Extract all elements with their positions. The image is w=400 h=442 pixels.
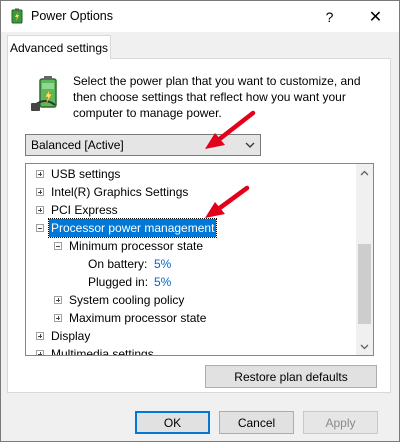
setting-plugged-in[interactable]: Plugged in: 5% bbox=[26, 273, 356, 291]
power-options-icon bbox=[11, 8, 23, 24]
tree-item-intel-graphics[interactable]: Intel(R) Graphics Settings bbox=[26, 183, 356, 201]
collapse-minus-icon[interactable] bbox=[54, 242, 62, 250]
tree-scrollbar[interactable] bbox=[356, 164, 373, 355]
tree-item-label: USB settings bbox=[51, 167, 121, 181]
apply-button[interactable]: Apply bbox=[303, 411, 378, 434]
scroll-up-button[interactable] bbox=[356, 164, 373, 181]
ok-button[interactable]: OK bbox=[135, 411, 210, 434]
setting-label: Plugged in: bbox=[88, 275, 149, 289]
setting-on-battery[interactable]: On battery: 5% bbox=[26, 255, 356, 273]
restore-plan-defaults-button[interactable]: Restore plan defaults bbox=[205, 365, 377, 388]
tree-item-system-cooling-policy[interactable]: System cooling policy bbox=[26, 291, 356, 309]
chevron-down-icon bbox=[360, 344, 369, 349]
title-bar: Power Options ? ✕ bbox=[1, 1, 399, 32]
tree-item-multimedia-settings[interactable]: Multimedia settings bbox=[26, 345, 356, 356]
intro-description: Select the power plan that you want to c… bbox=[73, 74, 361, 120]
tree-item-maximum-processor-state[interactable]: Maximum processor state bbox=[26, 309, 356, 327]
cancel-button[interactable]: Cancel bbox=[219, 411, 294, 434]
chevron-up-icon bbox=[360, 170, 369, 175]
chevron-down-icon bbox=[245, 142, 255, 148]
battery-plug-icon bbox=[31, 76, 57, 111]
scroll-down-button[interactable] bbox=[356, 338, 373, 355]
tree-item-pci-express[interactable]: PCI Express bbox=[26, 201, 356, 219]
close-button[interactable]: ✕ bbox=[353, 1, 398, 32]
tree-item-label: Processor power management bbox=[47, 218, 218, 238]
tree-item-label: Display bbox=[51, 329, 91, 343]
settings-tree[interactable]: USB settings Intel(R) Graphics Settings … bbox=[25, 163, 374, 356]
tree-item-minimum-processor-state[interactable]: Minimum processor state bbox=[26, 237, 356, 255]
tree-item-label: Maximum processor state bbox=[69, 311, 207, 325]
expand-plus-icon[interactable] bbox=[36, 350, 44, 355]
expand-plus-icon[interactable] bbox=[54, 314, 62, 322]
tree-item-label: PCI Express bbox=[51, 203, 118, 217]
expand-plus-icon[interactable] bbox=[36, 170, 44, 178]
tree-item-display[interactable]: Display bbox=[26, 327, 356, 345]
tree-item-label: System cooling policy bbox=[69, 293, 185, 307]
plugged-in-value[interactable]: 5% bbox=[154, 273, 171, 291]
power-options-window: Power Options ? ✕ Advanced settings Sele… bbox=[0, 0, 400, 442]
expand-plus-icon[interactable] bbox=[36, 188, 44, 196]
power-plan-value: Balanced [Active] bbox=[31, 138, 124, 152]
tab-advanced-settings[interactable]: Advanced settings bbox=[7, 35, 111, 59]
window-title: Power Options bbox=[31, 9, 113, 23]
help-button[interactable]: ? bbox=[307, 1, 352, 32]
expand-plus-icon[interactable] bbox=[54, 296, 62, 304]
tree-item-label: Intel(R) Graphics Settings bbox=[51, 185, 189, 199]
tree-item-processor-power-management[interactable]: Processor power management bbox=[26, 218, 356, 238]
tree-item-label: Multimedia settings bbox=[51, 347, 154, 356]
expand-plus-icon[interactable] bbox=[36, 206, 44, 214]
on-battery-value[interactable]: 5% bbox=[154, 255, 171, 273]
expand-plus-icon[interactable] bbox=[36, 332, 44, 340]
tree-item-usb[interactable]: USB settings bbox=[26, 165, 356, 183]
tree-item-label: Minimum processor state bbox=[69, 239, 204, 253]
scroll-thumb[interactable] bbox=[358, 244, 371, 324]
collapse-minus-icon[interactable] bbox=[36, 224, 44, 232]
setting-label: On battery: bbox=[88, 257, 148, 271]
power-plan-dropdown[interactable]: Balanced [Active] bbox=[25, 134, 261, 156]
